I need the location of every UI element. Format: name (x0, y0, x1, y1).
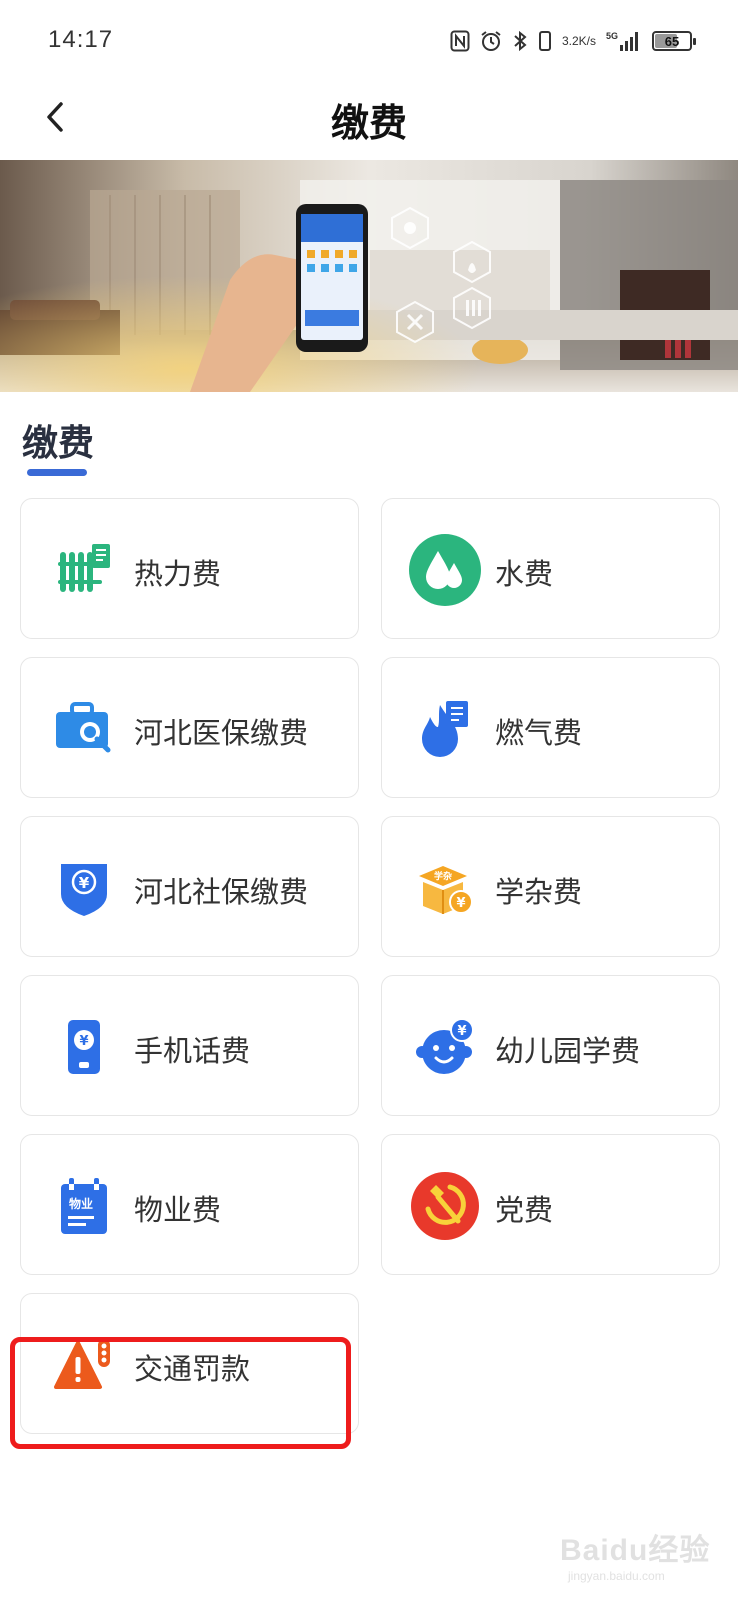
alarm-icon (480, 30, 502, 52)
svg-text:¥: ¥ (79, 1034, 88, 1049)
watermark-url: jingyan.baidu.com (568, 1569, 665, 1583)
nav-bar: 缴费 (0, 80, 738, 160)
property-fee-item[interactable]: 物业 物业费 (20, 1134, 359, 1275)
mobile-bill-item[interactable]: ¥ 手机话费 (20, 975, 359, 1116)
item-label: 学杂费 (495, 875, 583, 909)
status-icons: 3.2 K/s 5G 65 (450, 24, 696, 58)
tuition-box-icon: 学杂 ¥ (408, 851, 482, 925)
party-fee-item[interactable]: 党费 (381, 1134, 720, 1275)
svg-text:5G: 5G (606, 31, 618, 41)
item-label: 手机话费 (134, 1034, 251, 1068)
traffic-fine-item[interactable]: 交通罚款 (20, 1293, 359, 1434)
tuition-fee-item[interactable]: 学杂 ¥ 学杂费 (381, 816, 720, 957)
kindergarten-fee-item[interactable]: ¥ 幼儿园学费 (381, 975, 720, 1116)
svg-text:物业: 物业 (69, 1196, 93, 1211)
item-label: 河北医保缴费 (134, 716, 309, 750)
status-time: 14:17 (48, 26, 114, 53)
network-speed: 3.2 K/s (561, 33, 596, 48)
item-label: 幼儿园学费 (495, 1034, 641, 1068)
page-title: 缴费 (330, 101, 407, 145)
water-fee-item[interactable]: 水费 (381, 498, 720, 639)
kindergarten-face-icon: ¥ (408, 1010, 482, 1084)
svg-text:学杂: 学杂 (434, 870, 452, 882)
item-label: 物业费 (134, 1193, 222, 1227)
heating-fee-item[interactable]: 热力费 (20, 498, 359, 639)
watermark-logo: Baidu经验 (560, 1534, 711, 1567)
banner-image[interactable] (0, 160, 738, 392)
status-bar: 14:17 3.2 K/s 5G 65 (0, 0, 738, 80)
bluetooth-icon (512, 30, 528, 52)
svg-text:¥: ¥ (456, 896, 465, 911)
hebei-medical-insurance-item[interactable]: 河北医保缴费 (20, 657, 359, 798)
section-underline (27, 469, 87, 476)
svg-text:¥: ¥ (79, 874, 90, 892)
mobile-phone-icon: ¥ (47, 1010, 121, 1084)
traffic-warning-icon (47, 1328, 121, 1402)
medical-insurance-icon (47, 692, 121, 766)
gas-fee-item[interactable]: 燃气费 (381, 657, 720, 798)
hebei-social-security-item[interactable]: ¥ 河北社保缴费 (20, 816, 359, 957)
item-label: 党费 (495, 1193, 554, 1227)
item-label: 河北社保缴费 (134, 875, 309, 909)
signal-icon: 5G (606, 29, 642, 53)
item-label: 热力费 (134, 557, 222, 591)
gas-flame-icon (408, 692, 482, 766)
water-drop-icon (408, 533, 482, 607)
item-label: 水费 (495, 557, 554, 591)
heating-radiator-icon (47, 533, 121, 607)
item-label: 交通罚款 (134, 1352, 251, 1386)
property-notebook-icon: 物业 (47, 1169, 121, 1243)
baidu-watermark: Baidu经验 jingyan.baidu.com (560, 1525, 720, 1591)
social-security-shield-icon: ¥ (47, 851, 121, 925)
section-title: 缴费 (22, 423, 95, 464)
battery-indicator: 65 (652, 31, 696, 51)
item-label: 燃气费 (495, 716, 583, 750)
nfc-icon (450, 30, 470, 52)
svg-text:¥: ¥ (457, 1024, 466, 1039)
vibrate-phone-icon (538, 30, 552, 52)
party-emblem-icon (408, 1169, 482, 1243)
